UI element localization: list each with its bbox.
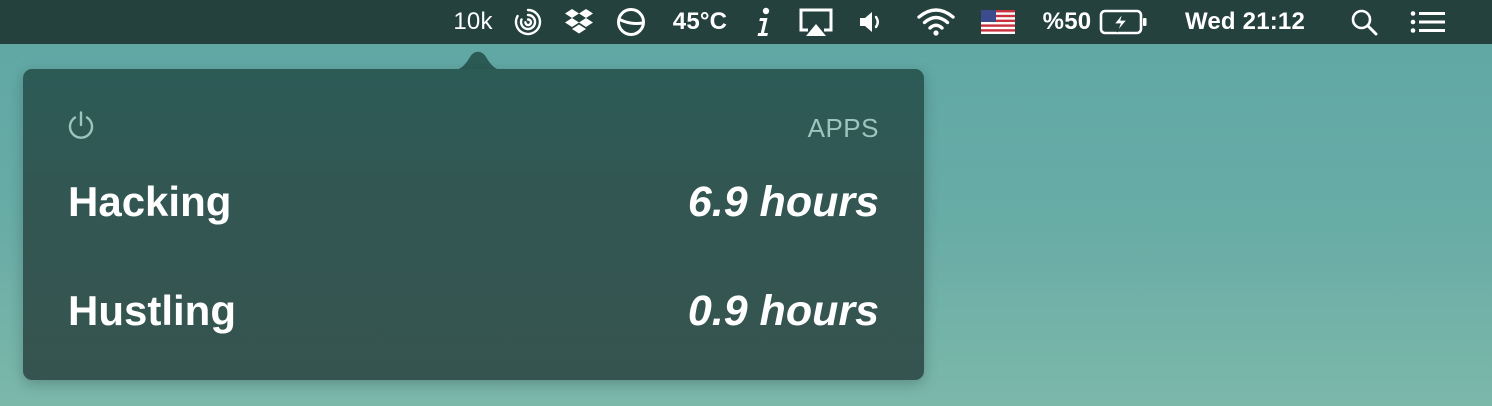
popover-arrow (449, 51, 507, 71)
menu-clock[interactable]: Wed 21:12 (1170, 0, 1320, 44)
swirl-icon[interactable] (510, 0, 546, 44)
search-icon[interactable] (1346, 0, 1382, 44)
activity-name: Hacking (68, 178, 232, 225)
activity-row[interactable]: Hustling 0.9 hours (68, 281, 879, 341)
activity-duration: 6.9 hours (687, 178, 879, 226)
battery-charging-icon[interactable] (1098, 0, 1150, 44)
menu-bar: 10k 45°C %50 Wed 21:12 (0, 0, 1492, 44)
us-flag-icon[interactable] (980, 0, 1016, 44)
wifi-icon[interactable] (914, 0, 958, 44)
battery-percent[interactable]: %50 (1038, 0, 1096, 44)
activity-duration: 0.9 hours (687, 287, 879, 335)
apps-link[interactable]: APPS (808, 113, 879, 143)
list-menu-icon[interactable] (1405, 0, 1449, 44)
activity-row[interactable]: Hacking 6.9 hours (68, 172, 879, 232)
temperature-readout[interactable]: 45°C (668, 0, 732, 44)
airplay-icon[interactable] (796, 0, 836, 44)
dropbox-icon[interactable] (561, 0, 597, 44)
steps-count[interactable]: 10k (447, 0, 499, 44)
power-icon[interactable] (65, 109, 97, 141)
activity-name: Hustling (68, 287, 236, 334)
volume-icon[interactable] (856, 0, 886, 44)
half-circle-icon[interactable] (613, 0, 649, 44)
time-tracker-popover: APPS Hacking 6.9 hours Hustling 0.9 hour… (23, 69, 924, 380)
info-icon[interactable] (751, 0, 777, 44)
